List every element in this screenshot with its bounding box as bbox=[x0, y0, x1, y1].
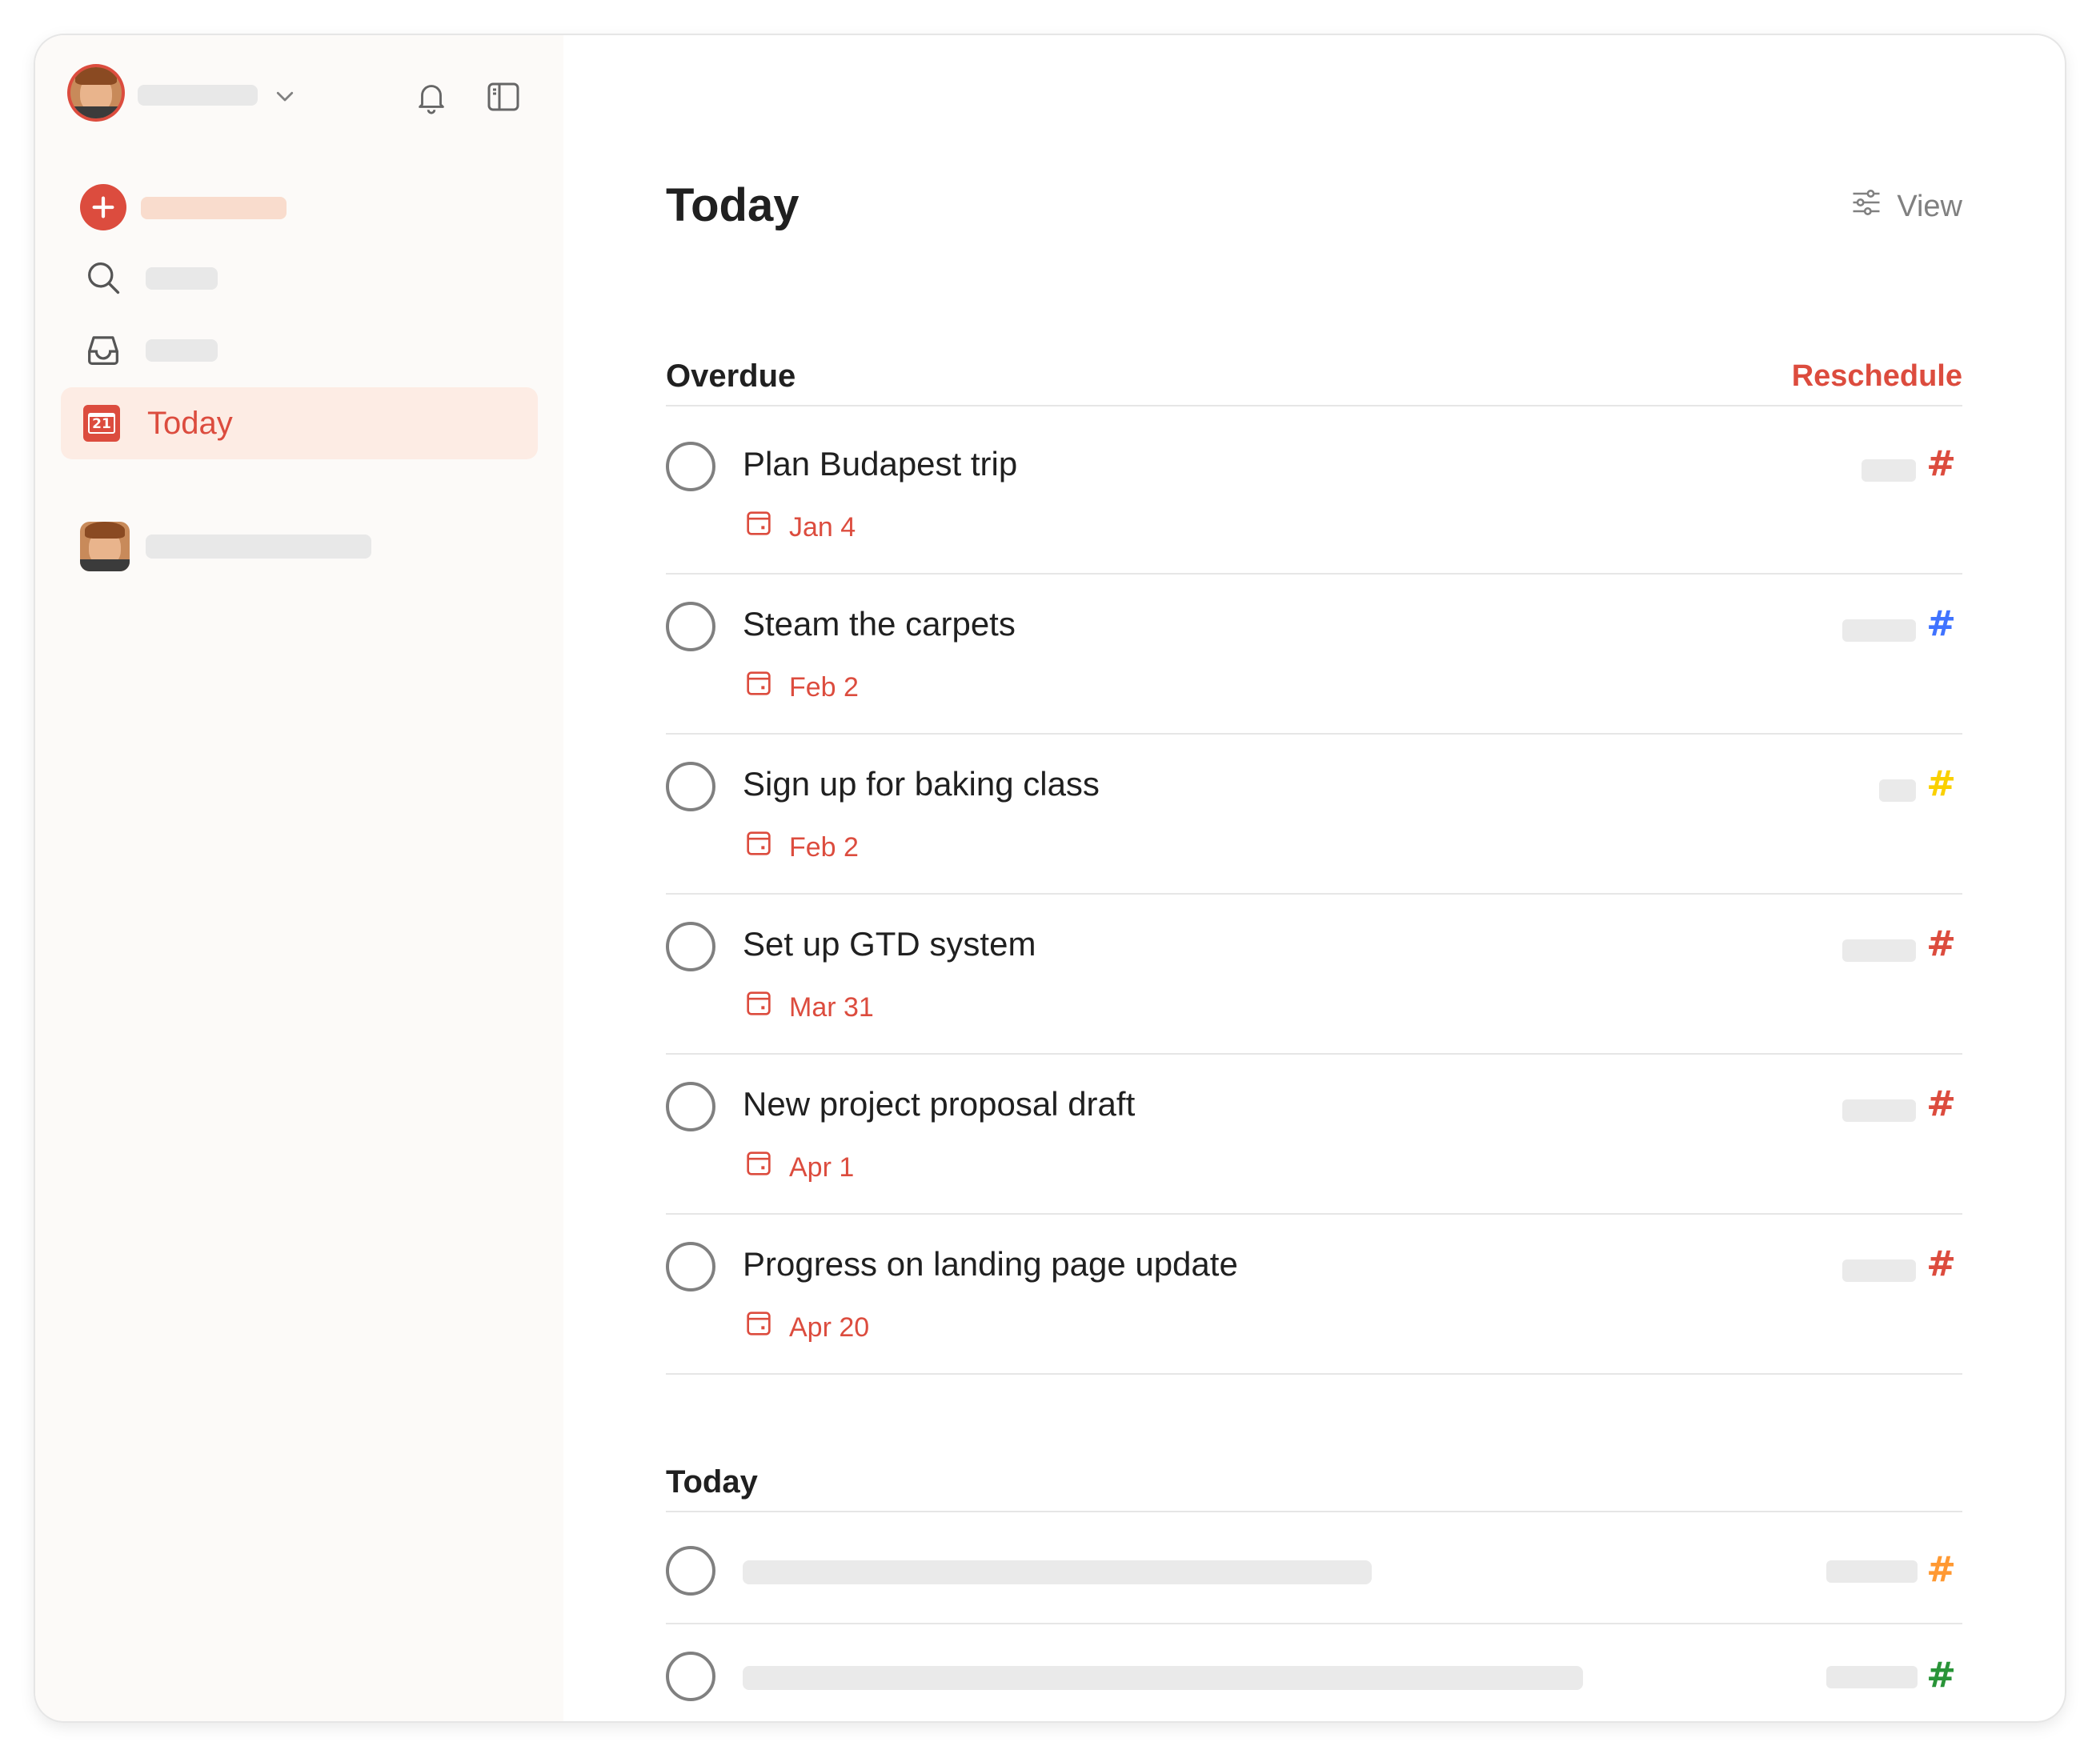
task-item[interactable]: Steam the carpets Feb 2 # bbox=[666, 573, 1962, 735]
calendar-icon bbox=[743, 987, 775, 1027]
sliders-icon bbox=[1849, 185, 1884, 228]
calendar-icon bbox=[743, 1307, 775, 1348]
task-checkbox[interactable] bbox=[666, 922, 715, 971]
project-label-placeholder bbox=[1826, 1666, 1918, 1688]
project-label-placeholder bbox=[1842, 1099, 1916, 1122]
sidebar-item-today[interactable]: 21 Today bbox=[61, 387, 538, 459]
project-avatar[interactable] bbox=[80, 522, 130, 571]
calendar-icon bbox=[743, 667, 775, 707]
page-title: Today bbox=[666, 179, 800, 231]
sidebar-item-label: Today bbox=[147, 406, 233, 441]
project-hash-icon: # bbox=[1926, 1655, 1956, 1696]
due-date-label: Feb 2 bbox=[789, 832, 859, 863]
task-content[interactable]: Set up GTD system bbox=[743, 923, 1036, 965]
due-date-label: Jan 4 bbox=[789, 512, 856, 543]
task-checkbox[interactable] bbox=[666, 1242, 715, 1291]
view-button[interactable]: View bbox=[1849, 184, 1962, 229]
project-hash-icon: # bbox=[1926, 1083, 1956, 1124]
calendar-icon bbox=[743, 1147, 775, 1187]
project-hash-icon: # bbox=[1926, 603, 1956, 644]
task-due-date[interactable]: Feb 2 bbox=[743, 827, 859, 867]
search-label-placeholder[interactable] bbox=[146, 267, 218, 290]
task-item[interactable]: Progress on landing page update Apr 20 # bbox=[666, 1213, 1962, 1375]
project-hash-icon: # bbox=[1926, 1243, 1956, 1284]
task-content[interactable]: Plan Budapest trip bbox=[743, 443, 1017, 485]
task-item[interactable]: # bbox=[666, 1624, 1962, 1721]
inbox-label-placeholder[interactable] bbox=[146, 339, 218, 362]
task-item[interactable]: Sign up for baking class Feb 2 # bbox=[666, 733, 1962, 895]
section-title: Overdue bbox=[666, 358, 796, 394]
project-label-placeholder bbox=[1842, 939, 1916, 962]
task-item[interactable]: # bbox=[666, 1519, 1962, 1624]
user-avatar[interactable] bbox=[70, 67, 122, 118]
project-hash-icon: # bbox=[1926, 923, 1956, 964]
project-hash-icon: # bbox=[1926, 443, 1956, 484]
overdue-section-header: Overdue Reschedule bbox=[666, 342, 1962, 406]
task-checkbox[interactable] bbox=[666, 602, 715, 651]
project-hash-icon: # bbox=[1926, 763, 1956, 804]
task-checkbox[interactable] bbox=[666, 1082, 715, 1131]
task-due-date[interactable]: Feb 2 bbox=[743, 667, 859, 707]
view-label: View bbox=[1897, 189, 1962, 223]
sidebar: 21 Today bbox=[35, 35, 563, 1721]
sidebar-toggle-icon[interactable] bbox=[480, 74, 527, 120]
due-date-label: Apr 20 bbox=[789, 1312, 870, 1343]
task-checkbox[interactable] bbox=[666, 1652, 715, 1701]
task-content-placeholder[interactable] bbox=[743, 1666, 1583, 1690]
task-checkbox[interactable] bbox=[666, 1546, 715, 1596]
task-due-date[interactable]: Apr 1 bbox=[743, 1147, 854, 1187]
calendar-icon: 21 bbox=[83, 405, 120, 442]
chevron-down-icon[interactable] bbox=[267, 78, 303, 114]
task-content[interactable]: Sign up for baking class bbox=[743, 763, 1100, 805]
reschedule-button[interactable]: Reschedule bbox=[1792, 357, 1962, 395]
task-due-date[interactable]: Jan 4 bbox=[743, 507, 856, 547]
project-label-placeholder bbox=[1842, 619, 1916, 642]
project-label-placeholder bbox=[1879, 779, 1916, 802]
today-section-header: Today bbox=[666, 1448, 1962, 1512]
task-content-placeholder[interactable] bbox=[743, 1560, 1372, 1584]
task-checkbox[interactable] bbox=[666, 762, 715, 811]
calendar-icon bbox=[743, 827, 775, 867]
bell-icon[interactable] bbox=[408, 74, 455, 120]
due-date-label: Apr 1 bbox=[789, 1152, 855, 1183]
due-date-label: Mar 31 bbox=[789, 992, 874, 1023]
inbox-icon[interactable] bbox=[80, 326, 126, 373]
task-checkbox[interactable] bbox=[666, 442, 715, 491]
task-content[interactable]: Progress on landing page update bbox=[743, 1243, 1238, 1285]
search-icon[interactable] bbox=[80, 254, 126, 301]
task-due-date[interactable]: Mar 31 bbox=[743, 987, 874, 1027]
task-item[interactable]: New project proposal draft Apr 1 # bbox=[666, 1053, 1962, 1215]
project-label-placeholder bbox=[1842, 1259, 1916, 1282]
section-title: Today bbox=[666, 1464, 758, 1500]
project-hash-icon: # bbox=[1926, 1549, 1956, 1590]
task-item[interactable]: Plan Budapest trip Jan 4 # bbox=[666, 413, 1962, 575]
add-task-label-placeholder[interactable] bbox=[141, 197, 287, 219]
app-window: 21 Today Today View Overdue Reschedule P… bbox=[35, 35, 2065, 1721]
plus-icon[interactable] bbox=[80, 184, 126, 230]
calendar-day-number: 21 bbox=[88, 413, 115, 434]
task-due-date[interactable]: Apr 20 bbox=[743, 1307, 869, 1348]
due-date-label: Feb 2 bbox=[789, 672, 859, 703]
calendar-icon bbox=[743, 507, 775, 547]
project-label-placeholder bbox=[1826, 1560, 1918, 1583]
project-label-placeholder bbox=[1862, 459, 1916, 482]
task-item[interactable]: Set up GTD system Mar 31 # bbox=[666, 893, 1962, 1055]
user-name-placeholder[interactable] bbox=[138, 85, 258, 106]
main-content: Today View Overdue Reschedule Plan Budap… bbox=[563, 35, 2065, 1721]
task-content[interactable]: New project proposal draft bbox=[743, 1083, 1135, 1125]
task-content[interactable]: Steam the carpets bbox=[743, 603, 1016, 645]
project-label-placeholder[interactable] bbox=[146, 535, 371, 559]
